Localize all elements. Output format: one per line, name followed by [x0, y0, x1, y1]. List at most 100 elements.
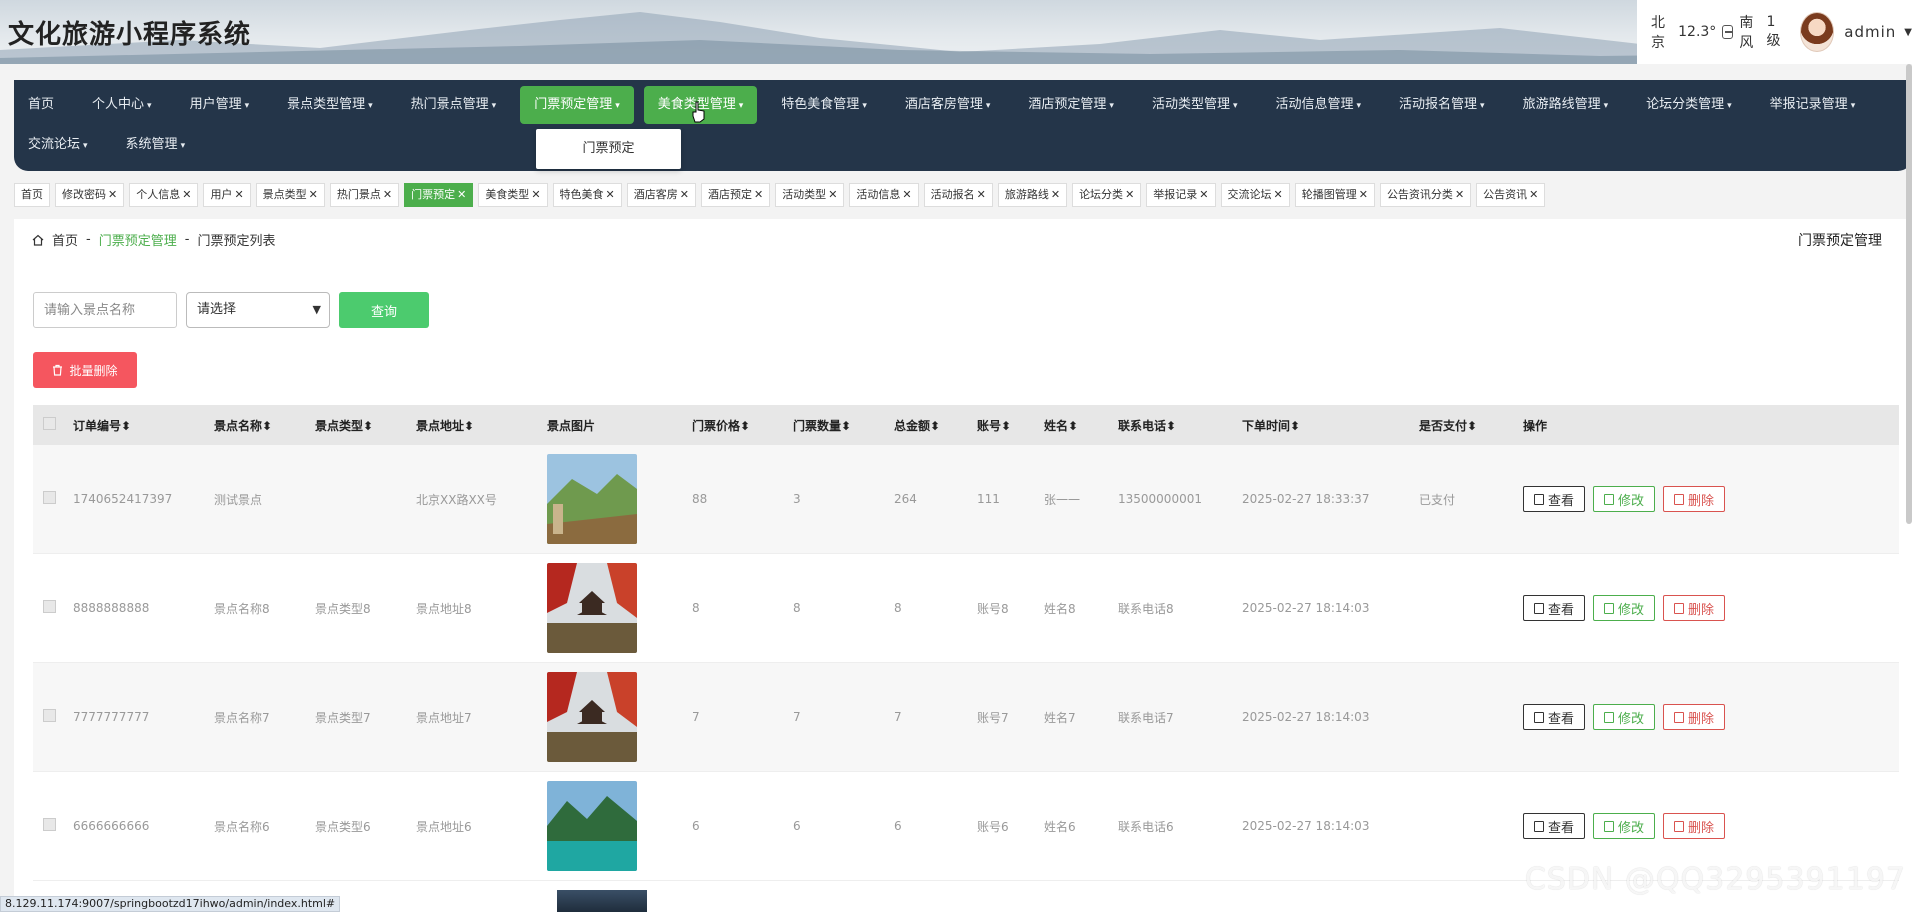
- close-icon[interactable]: ✕: [1051, 188, 1060, 201]
- column-header[interactable]: 是否支付⬍: [1419, 417, 1519, 434]
- nav-item[interactable]: 系统管理 ▾: [112, 126, 200, 164]
- delete-button[interactable]: 删除: [1663, 704, 1726, 730]
- tab-tag[interactable]: 个人信息 ✕: [129, 183, 199, 207]
- nav-item[interactable]: 活动信息管理 ▾: [1261, 86, 1375, 124]
- row-checkbox[interactable]: [43, 491, 56, 504]
- row-checkbox-cell[interactable]: [33, 600, 73, 616]
- nav-item[interactable]: 门票预定管理 ▾: [520, 86, 634, 124]
- delete-button[interactable]: 删除: [1663, 486, 1726, 512]
- tab-tag[interactable]: 举报记录 ✕: [1146, 183, 1216, 207]
- avatar[interactable]: [1799, 12, 1835, 52]
- breadcrumb-home[interactable]: 首页: [52, 230, 78, 249]
- sort-icon[interactable]: ⬍: [464, 419, 474, 433]
- chevron-down-icon[interactable]: ▼: [1904, 27, 1912, 38]
- nav-item[interactable]: 活动报名管理 ▾: [1385, 86, 1499, 124]
- sort-icon[interactable]: ⬍: [1290, 419, 1300, 433]
- close-icon[interactable]: ✕: [182, 188, 191, 201]
- close-icon[interactable]: ✕: [754, 188, 763, 201]
- close-icon[interactable]: ✕: [680, 188, 689, 201]
- nav-item[interactable]: 个人中心 ▾: [78, 86, 166, 124]
- row-checkbox-cell[interactable]: [33, 491, 73, 507]
- nav-item[interactable]: 用户管理 ▾: [176, 86, 264, 124]
- nav-item[interactable]: 特色美食管理 ▾: [767, 86, 881, 124]
- nav-item[interactable]: 旅游路线管理 ▾: [1509, 86, 1623, 124]
- tab-tag[interactable]: 美食类型 ✕: [478, 183, 548, 207]
- sort-icon[interactable]: ⬍: [1068, 419, 1078, 433]
- sort-icon[interactable]: ⬍: [841, 419, 851, 433]
- sort-icon[interactable]: ⬍: [262, 419, 272, 433]
- sort-icon[interactable]: ⬍: [1001, 419, 1011, 433]
- close-icon[interactable]: ✕: [1125, 188, 1134, 201]
- user-name[interactable]: admin: [1844, 23, 1896, 41]
- select-all-checkbox[interactable]: [43, 417, 56, 430]
- sort-icon[interactable]: ⬍: [1467, 419, 1477, 433]
- edit-button[interactable]: 修改: [1593, 595, 1656, 621]
- column-header[interactable]: 景点地址⬍: [416, 417, 547, 434]
- tab-tag[interactable]: 公告资讯分类 ✕: [1379, 183, 1472, 207]
- sort-icon[interactable]: ⬍: [121, 419, 131, 433]
- sort-icon[interactable]: ⬍: [740, 419, 750, 433]
- column-header[interactable]: 联系电话⬍: [1118, 417, 1242, 434]
- tab-tag[interactable]: 交流论坛 ✕: [1220, 183, 1290, 207]
- nav-item[interactable]: 交流论坛 ▾: [14, 126, 102, 164]
- column-header[interactable]: 景点类型⬍: [315, 417, 416, 434]
- nav-item[interactable]: 酒店预定管理 ▾: [1014, 86, 1128, 124]
- tab-tag[interactable]: 旅游路线 ✕: [997, 183, 1068, 207]
- nav-item[interactable]: 活动类型管理 ▾: [1138, 86, 1252, 124]
- row-checkbox[interactable]: [43, 818, 56, 831]
- delete-button[interactable]: 删除: [1663, 813, 1726, 839]
- column-header[interactable]: 订单编号⬍: [73, 417, 214, 434]
- sort-icon[interactable]: ⬍: [363, 419, 373, 433]
- close-icon[interactable]: ✕: [309, 188, 318, 201]
- column-header[interactable]: 门票价格⬍: [692, 417, 793, 434]
- close-icon[interactable]: ✕: [828, 188, 837, 201]
- sort-icon[interactable]: ⬍: [930, 419, 940, 433]
- batch-delete-button[interactable]: 批量删除: [33, 352, 137, 388]
- close-icon[interactable]: ✕: [977, 188, 986, 201]
- type-select[interactable]: 请选择 ▼: [186, 292, 330, 328]
- close-icon[interactable]: ✕: [383, 188, 392, 201]
- close-icon[interactable]: ✕: [1529, 188, 1538, 201]
- tab-tag[interactable]: 活动类型 ✕: [775, 183, 845, 207]
- edit-button[interactable]: 修改: [1593, 813, 1656, 839]
- nav-dropdown-item-ticket-booking[interactable]: 门票预定: [536, 129, 681, 169]
- close-icon[interactable]: ✕: [234, 188, 243, 201]
- column-header[interactable]: 景点名称⬍: [214, 417, 315, 434]
- close-icon[interactable]: ✕: [531, 188, 540, 201]
- close-icon[interactable]: ✕: [1274, 188, 1283, 201]
- sort-icon[interactable]: ⬍: [1166, 419, 1176, 433]
- column-header[interactable]: 姓名⬍: [1044, 417, 1118, 434]
- column-header[interactable]: 下单时间⬍: [1242, 417, 1419, 434]
- tab-tag[interactable]: 首页: [14, 183, 50, 207]
- column-header[interactable]: 门票数量⬍: [793, 417, 894, 434]
- edit-button[interactable]: 修改: [1593, 486, 1656, 512]
- row-checkbox[interactable]: [43, 600, 56, 613]
- tab-tag[interactable]: 特色美食 ✕: [552, 183, 622, 207]
- nav-item[interactable]: 举报记录管理 ▾: [1756, 86, 1870, 124]
- tab-tag[interactable]: 论坛分类 ✕: [1072, 183, 1142, 207]
- delete-button[interactable]: 删除: [1663, 595, 1726, 621]
- page-scrollbar[interactable]: [1906, 64, 1912, 524]
- tab-tag[interactable]: 轮播图管理 ✕: [1294, 183, 1375, 207]
- row-checkbox[interactable]: [43, 709, 56, 722]
- view-button[interactable]: 查看: [1523, 704, 1586, 730]
- search-button[interactable]: 查询: [339, 292, 429, 328]
- breadcrumb-section[interactable]: 门票预定管理: [99, 230, 177, 249]
- nav-item[interactable]: 首页: [14, 86, 68, 124]
- close-icon[interactable]: ✕: [1359, 188, 1368, 201]
- tab-tag[interactable]: 酒店客房 ✕: [626, 183, 696, 207]
- tab-tag[interactable]: 活动信息 ✕: [849, 183, 919, 207]
- view-button[interactable]: 查看: [1523, 595, 1586, 621]
- close-icon[interactable]: ✕: [902, 188, 911, 201]
- nav-item[interactable]: 酒店客房管理 ▾: [891, 86, 1005, 124]
- row-checkbox-cell[interactable]: [33, 818, 73, 834]
- close-icon[interactable]: ✕: [457, 188, 466, 201]
- search-input[interactable]: [33, 292, 177, 328]
- tab-tag[interactable]: 热门景点 ✕: [329, 183, 400, 207]
- nav-item[interactable]: 论坛分类管理 ▾: [1632, 86, 1746, 124]
- tab-tag[interactable]: 门票预定 ✕: [404, 183, 474, 207]
- nav-item[interactable]: 景点类型管理 ▾: [273, 86, 387, 124]
- tab-tag[interactable]: 活动报名 ✕: [923, 183, 993, 207]
- close-icon[interactable]: ✕: [108, 188, 117, 201]
- select-all-checkbox-cell[interactable]: [33, 417, 73, 433]
